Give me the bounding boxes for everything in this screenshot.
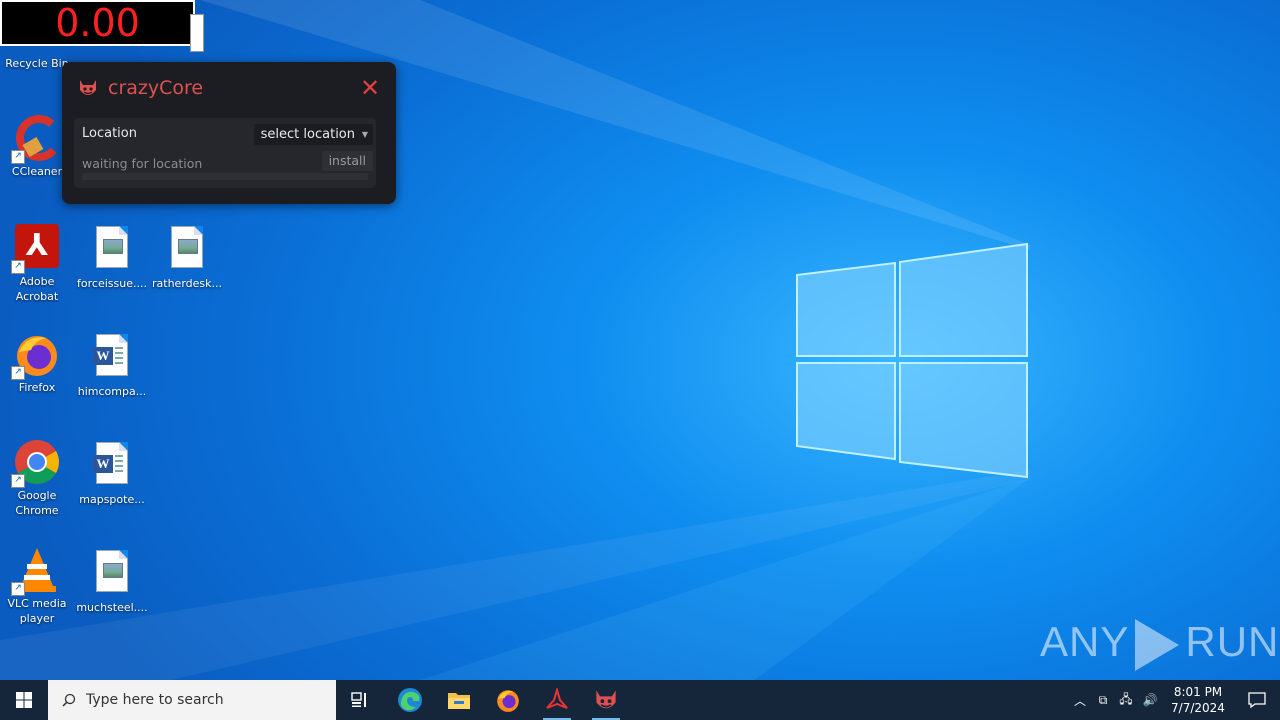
ccleaner-icon: ↗ <box>11 114 62 164</box>
word-document-icon: W <box>88 334 136 382</box>
taskbar-acrobat[interactable] <box>533 680 581 720</box>
desktop-icon-label: VLC media player <box>7 597 67 625</box>
desktop-icon-mapspote[interactable]: W mapspote... <box>75 438 149 507</box>
desktop-icon-label: mapspote... <box>79 493 145 506</box>
windows-logo <box>796 242 1028 479</box>
taskbar-file-explorer[interactable] <box>435 680 483 720</box>
search-icon <box>62 693 76 707</box>
firefox-icon <box>497 690 519 712</box>
desktop-icon-muchsteel[interactable]: muchsteel.... <box>75 546 149 615</box>
word-document-icon: W <box>88 442 136 490</box>
desktop-icon-label: ratherdesk... <box>152 277 222 290</box>
desktop-icon-label: himcompa... <box>77 385 147 398</box>
shortcut-arrow-icon: ↗ <box>11 582 25 596</box>
desktop-icon-himcompa[interactable]: W himcompa... <box>75 330 149 399</box>
crazycore-window: crazyCore ✕ Location select location ▼ w… <box>62 62 396 204</box>
clock-date: 7/7/2024 <box>1171 701 1225 715</box>
volume-icon: 🔊 <box>1142 693 1158 707</box>
device-icon: ⧉ <box>1098 692 1108 707</box>
chevron-down-icon: ▼ <box>361 130 368 139</box>
play-icon <box>1135 618 1180 671</box>
desktop-icon-label: muchsteel.... <box>76 601 148 614</box>
location-select[interactable]: select location ▼ <box>253 124 373 145</box>
desktop-icon-adobe-acrobat[interactable]: ⅄ ↗ Adobe Acrobat <box>0 222 74 304</box>
clock-time: 8:01 PM <box>1173 685 1223 699</box>
windows-start-icon <box>16 692 32 708</box>
image-file-icon <box>88 226 136 274</box>
task-view-button[interactable] <box>336 680 384 720</box>
timer-counter: 0.00 <box>0 0 195 46</box>
firefox-icon: ↗ <box>11 330 61 380</box>
close-button[interactable]: ✕ <box>358 76 382 100</box>
image-file-icon <box>163 226 211 274</box>
location-label: Location <box>82 126 137 141</box>
desktop-icon-label: Google Chrome <box>15 489 59 517</box>
hidden-file-icon <box>190 14 204 52</box>
taskbar-firefox[interactable] <box>484 680 532 720</box>
taskbar: Type here to search ︿ ⧉ 🖧 🔊 8:01 PM 7/7/… <box>0 680 1280 720</box>
desktop-icon-ratherdesk[interactable]: ratherdesk... <box>150 222 224 291</box>
tray-volume[interactable]: 🔊 <box>1138 680 1162 720</box>
window-title: crazyCore <box>108 77 204 99</box>
desktop-icon-label: Adobe Acrobat <box>15 275 59 303</box>
desktop-icon-firefox[interactable]: ↗ Firefox <box>0 330 74 395</box>
notification-icon <box>1248 692 1266 708</box>
install-progress-bar <box>82 173 368 180</box>
desktop-icon-vlc[interactable]: ↗ VLC media player <box>0 546 74 626</box>
desktop-icon-forceissue[interactable]: forceissue.... <box>75 222 149 291</box>
chrome-icon: ↗ <box>11 438 61 488</box>
network-icon: 🖧 <box>1119 691 1133 706</box>
anyrun-watermark: ANY RUN <box>1040 612 1279 672</box>
install-button[interactable]: install <box>321 151 373 171</box>
desktop-icon-label: Firefox <box>18 381 56 394</box>
edge-icon <box>398 688 422 712</box>
folder-icon <box>448 693 470 709</box>
taskbar-search-box[interactable]: Type here to search <box>48 680 336 720</box>
show-hidden-icons-button[interactable]: ︿ <box>1068 680 1092 720</box>
devil-icon <box>596 690 616 709</box>
tray-device[interactable]: ⧉ <box>1092 680 1114 720</box>
tray-network[interactable]: 🖧 <box>1114 680 1138 720</box>
status-text: waiting for location <box>82 156 203 171</box>
acrobat-icon <box>546 688 568 709</box>
shortcut-arrow-icon: ↗ <box>11 474 25 488</box>
shortcut-arrow-icon: ↗ <box>11 260 25 274</box>
start-button[interactable] <box>0 680 48 720</box>
watermark-right: RUN <box>1185 618 1280 665</box>
action-center-button[interactable] <box>1234 680 1280 720</box>
shortcut-arrow-icon: ↗ <box>11 366 25 380</box>
taskbar-crazycore[interactable] <box>582 680 630 720</box>
taskbar-edge[interactable] <box>386 680 434 720</box>
devil-logo-icon <box>80 80 96 95</box>
desktop-icon-label: forceissue.... <box>77 277 147 290</box>
search-placeholder: Type here to search <box>86 692 224 708</box>
image-file-icon <box>88 550 136 598</box>
acrobat-icon: ⅄ ↗ <box>11 224 61 274</box>
install-panel: Location select location ▼ waiting for l… <box>74 118 376 188</box>
watermark-left: ANY <box>1040 618 1130 665</box>
task-view-icon <box>351 692 366 707</box>
chevron-up-icon: ︿ <box>1073 693 1086 708</box>
shortcut-arrow-icon: ↗ <box>11 150 25 164</box>
location-select-value: select location <box>260 127 355 142</box>
taskbar-clock[interactable]: 8:01 PM 7/7/2024 <box>1162 680 1234 720</box>
vlc-icon: ↗ <box>11 546 61 596</box>
desktop-icon-google-chrome[interactable]: ↗ Google Chrome <box>0 438 74 518</box>
